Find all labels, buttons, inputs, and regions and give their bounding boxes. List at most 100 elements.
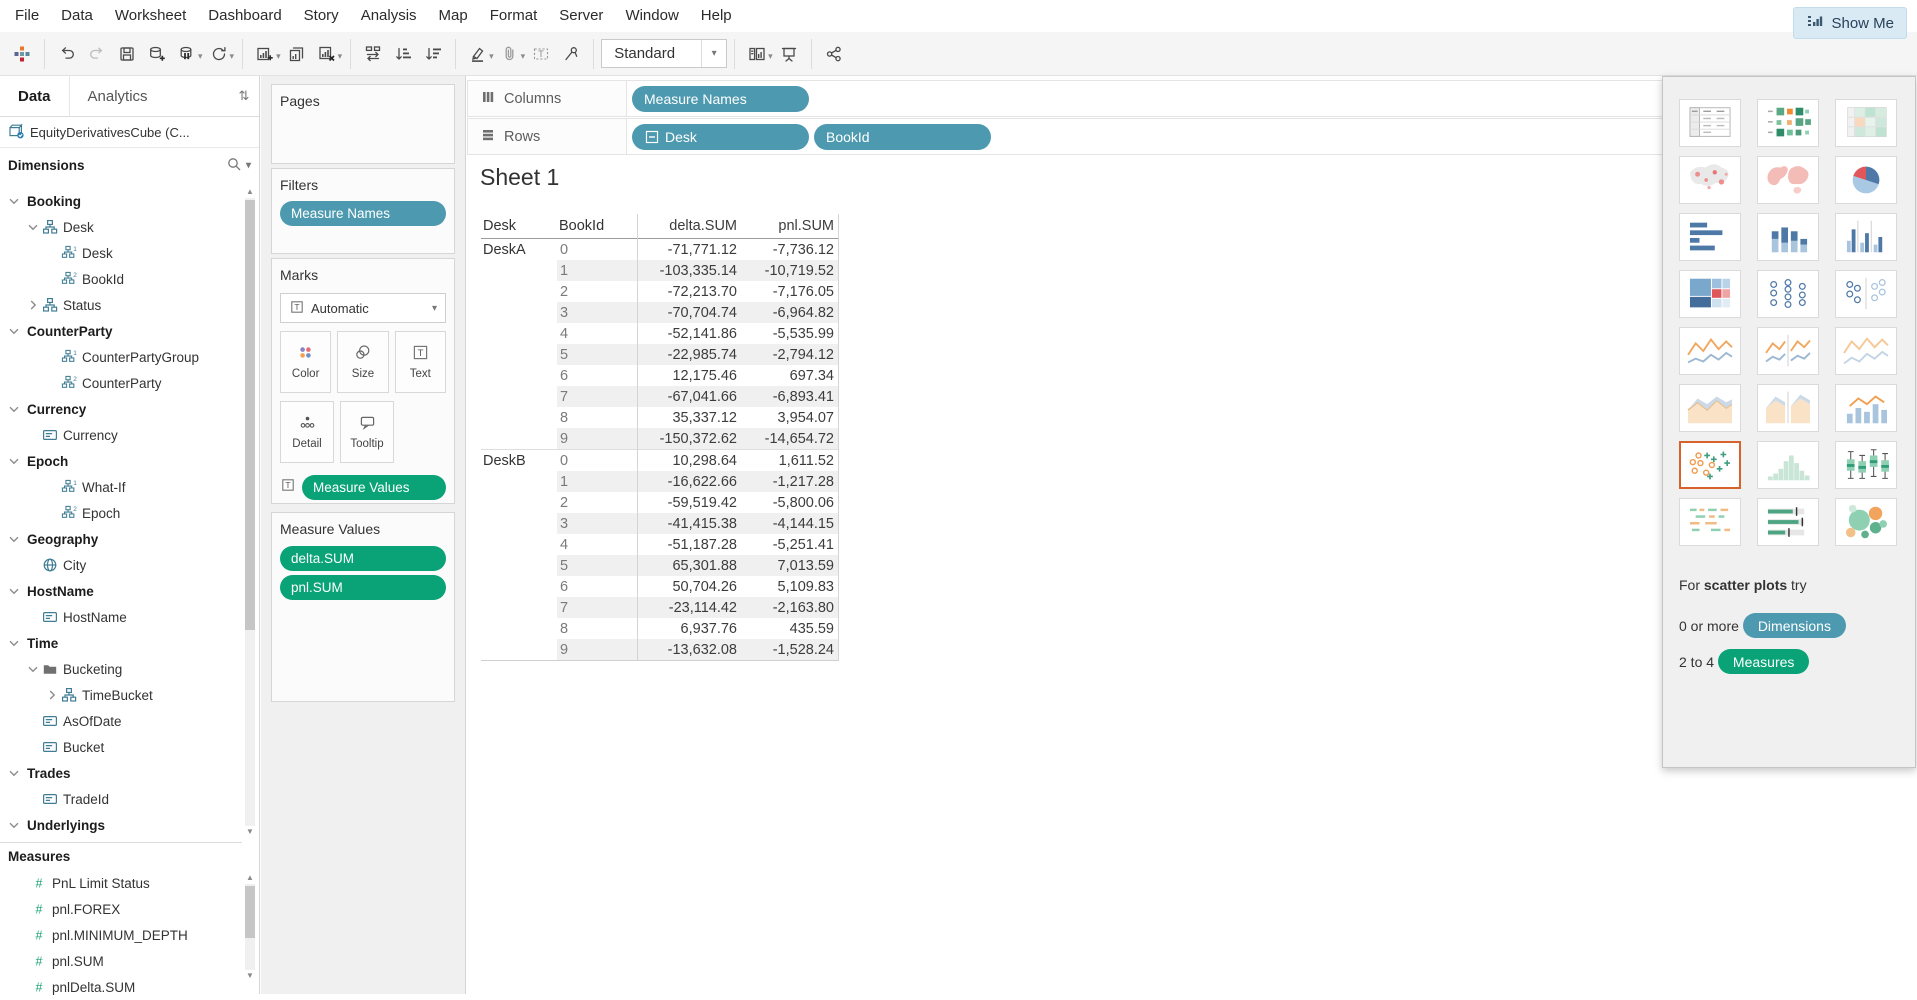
chevron-down-icon[interactable]: ▾ bbox=[701, 40, 726, 67]
value-cell[interactable]: 12,175.46 bbox=[637, 365, 742, 386]
show-me-box-and-whisker[interactable] bbox=[1835, 441, 1897, 489]
show-me-circle-view[interactable] bbox=[1757, 270, 1819, 318]
show-me-bullet[interactable] bbox=[1757, 498, 1819, 546]
tree-item-what-if[interactable]: 1What-If bbox=[0, 474, 242, 500]
value-cell[interactable]: 10,298.64 bbox=[637, 450, 742, 471]
marks-card[interactable]: Marks T Automatic ▾ ColorSizeTText Detai… bbox=[271, 258, 455, 504]
bookid-cell[interactable]: 5 bbox=[557, 555, 637, 576]
bookid-cell[interactable]: 8 bbox=[557, 618, 637, 639]
value-cell[interactable]: 7,013.59 bbox=[742, 555, 839, 576]
value-cell[interactable]: -6,964.82 bbox=[742, 302, 839, 323]
value-cell[interactable]: 697.34 bbox=[742, 365, 839, 386]
value-cell[interactable]: -51,187.28 bbox=[637, 534, 742, 555]
column-header-delta-sum[interactable]: delta.SUM bbox=[637, 214, 742, 238]
tree-item-currency[interactable]: Currency bbox=[0, 396, 242, 422]
tableau-logo-icon[interactable] bbox=[7, 40, 37, 68]
tree-item-hostname[interactable]: HostName bbox=[0, 604, 242, 630]
bookid-cell[interactable]: 1 bbox=[557, 260, 637, 281]
tree-item-bucketing[interactable]: Bucketing bbox=[0, 656, 242, 682]
desk-cell[interactable] bbox=[481, 555, 557, 576]
desk-cell[interactable] bbox=[481, 513, 557, 534]
value-cell[interactable]: 6,937.76 bbox=[637, 618, 742, 639]
value-cell[interactable]: 35,337.12 bbox=[637, 407, 742, 428]
measure-values-card[interactable]: Measure Values delta.SUMpnl.SUM bbox=[271, 512, 455, 702]
value-cell[interactable]: -10,719.52 bbox=[742, 260, 839, 281]
value-cell[interactable]: -4,144.15 bbox=[742, 513, 839, 534]
measures-scrollbar[interactable]: ▲ ▼ bbox=[244, 872, 256, 982]
tab-analytics[interactable]: Analytics bbox=[69, 76, 229, 116]
show-me-line-discrete[interactable] bbox=[1757, 327, 1819, 375]
desk-cell[interactable] bbox=[481, 281, 557, 302]
redo-icon[interactable] bbox=[82, 40, 112, 68]
show-me-histogram[interactable] bbox=[1757, 441, 1819, 489]
sort-descending-icon[interactable] bbox=[418, 40, 448, 68]
datasource-item[interactable]: EquityDerivativesCube (C... bbox=[0, 117, 259, 148]
menu-map[interactable]: Map bbox=[428, 0, 479, 32]
tree-item-geography[interactable]: Geography bbox=[0, 526, 242, 552]
value-cell[interactable]: 1,611.52 bbox=[742, 450, 839, 471]
tree-item-currency[interactable]: Currency bbox=[0, 422, 242, 448]
show-me-stacked-bar[interactable] bbox=[1757, 213, 1819, 261]
desk-cell[interactable] bbox=[481, 576, 557, 597]
detail-button[interactable]: Detail bbox=[280, 401, 334, 463]
show-me-area-discrete[interactable] bbox=[1757, 384, 1819, 432]
size-button[interactable]: Size bbox=[337, 331, 388, 393]
value-cell[interactable]: -103,335.14 bbox=[637, 260, 742, 281]
measure-values-pill[interactable]: Measure Values bbox=[302, 475, 446, 500]
scroll-down-icon[interactable]: ▼ bbox=[244, 970, 256, 982]
shelf-pill-bookid[interactable]: BookId bbox=[814, 124, 991, 150]
tree-item-desk[interactable]: 1Desk bbox=[0, 240, 242, 266]
show-me-pie-chart[interactable] bbox=[1835, 156, 1897, 204]
filter-pill[interactable]: Measure Names bbox=[280, 201, 446, 226]
tree-item-booking[interactable]: Booking bbox=[0, 188, 242, 214]
show-me-text-table[interactable] bbox=[1679, 99, 1741, 147]
duplicate-sheet-icon[interactable] bbox=[282, 40, 312, 68]
text-button[interactable]: TText bbox=[395, 331, 446, 393]
show-me-gantt[interactable] bbox=[1679, 498, 1741, 546]
desk-cell[interactable] bbox=[481, 344, 557, 365]
chevron-down-icon[interactable] bbox=[6, 817, 22, 833]
menu-format[interactable]: Format bbox=[479, 0, 549, 32]
value-cell[interactable]: 3,954.07 bbox=[742, 407, 839, 428]
value-cell[interactable]: -1,217.28 bbox=[742, 471, 839, 492]
show-me-treemap[interactable] bbox=[1679, 270, 1741, 318]
chevron-down-icon[interactable] bbox=[25, 219, 41, 235]
tree-item-hostname[interactable]: HostName bbox=[0, 578, 242, 604]
show-me-symbol-map[interactable] bbox=[1679, 156, 1741, 204]
show-me-scatter[interactable] bbox=[1679, 441, 1741, 489]
menu-analysis[interactable]: Analysis bbox=[350, 0, 428, 32]
value-cell[interactable]: -22,985.74 bbox=[637, 344, 742, 365]
menu-data[interactable]: Data bbox=[50, 0, 104, 32]
desk-cell[interactable]: DeskA bbox=[481, 239, 557, 260]
menu-window[interactable]: Window bbox=[614, 0, 689, 32]
desk-cell[interactable]: DeskB bbox=[481, 450, 557, 471]
value-cell[interactable]: -13,632.08 bbox=[637, 639, 742, 660]
tree-item-timebucket[interactable]: TimeBucket bbox=[0, 682, 242, 708]
desk-cell[interactable] bbox=[481, 492, 557, 513]
bookid-cell[interactable]: 5 bbox=[557, 344, 637, 365]
value-cell[interactable]: -52,141.86 bbox=[637, 323, 742, 344]
measure-item-pnl-sum[interactable]: #pnl.SUM bbox=[0, 948, 242, 974]
column-header-pnl-sum[interactable]: pnl.SUM bbox=[742, 214, 839, 238]
fit-selector[interactable]: Standard▾ bbox=[601, 39, 727, 68]
measure-item-pnl-forex[interactable]: #pnl.FOREX bbox=[0, 896, 242, 922]
value-cell[interactable]: -5,535.99 bbox=[742, 323, 839, 344]
share-icon[interactable] bbox=[819, 40, 849, 68]
show-me-filled-map[interactable] bbox=[1757, 156, 1819, 204]
scroll-up-icon[interactable]: ▲ bbox=[244, 186, 256, 198]
value-cell[interactable]: -5,251.41 bbox=[742, 534, 839, 555]
bookid-cell[interactable]: 3 bbox=[557, 302, 637, 323]
show-me-side-by-side-circle[interactable] bbox=[1835, 270, 1897, 318]
chevron-down-icon[interactable] bbox=[6, 583, 22, 599]
color-button[interactable]: Color bbox=[280, 331, 331, 393]
value-cell[interactable]: -59,519.42 bbox=[637, 492, 742, 513]
chevron-down-icon[interactable]: ▾ bbox=[230, 51, 235, 62]
chevron-down-icon[interactable]: ▾ bbox=[768, 51, 773, 62]
chevron-down-icon[interactable] bbox=[6, 323, 22, 339]
tooltip-button[interactable]: Tooltip bbox=[340, 401, 394, 463]
value-cell[interactable]: -150,372.62 bbox=[637, 428, 742, 449]
bookid-cell[interactable]: 4 bbox=[557, 323, 637, 344]
show-me-side-by-side-bar[interactable] bbox=[1835, 213, 1897, 261]
show-me-button[interactable]: Show Me bbox=[1793, 7, 1907, 39]
desk-cell[interactable] bbox=[481, 618, 557, 639]
